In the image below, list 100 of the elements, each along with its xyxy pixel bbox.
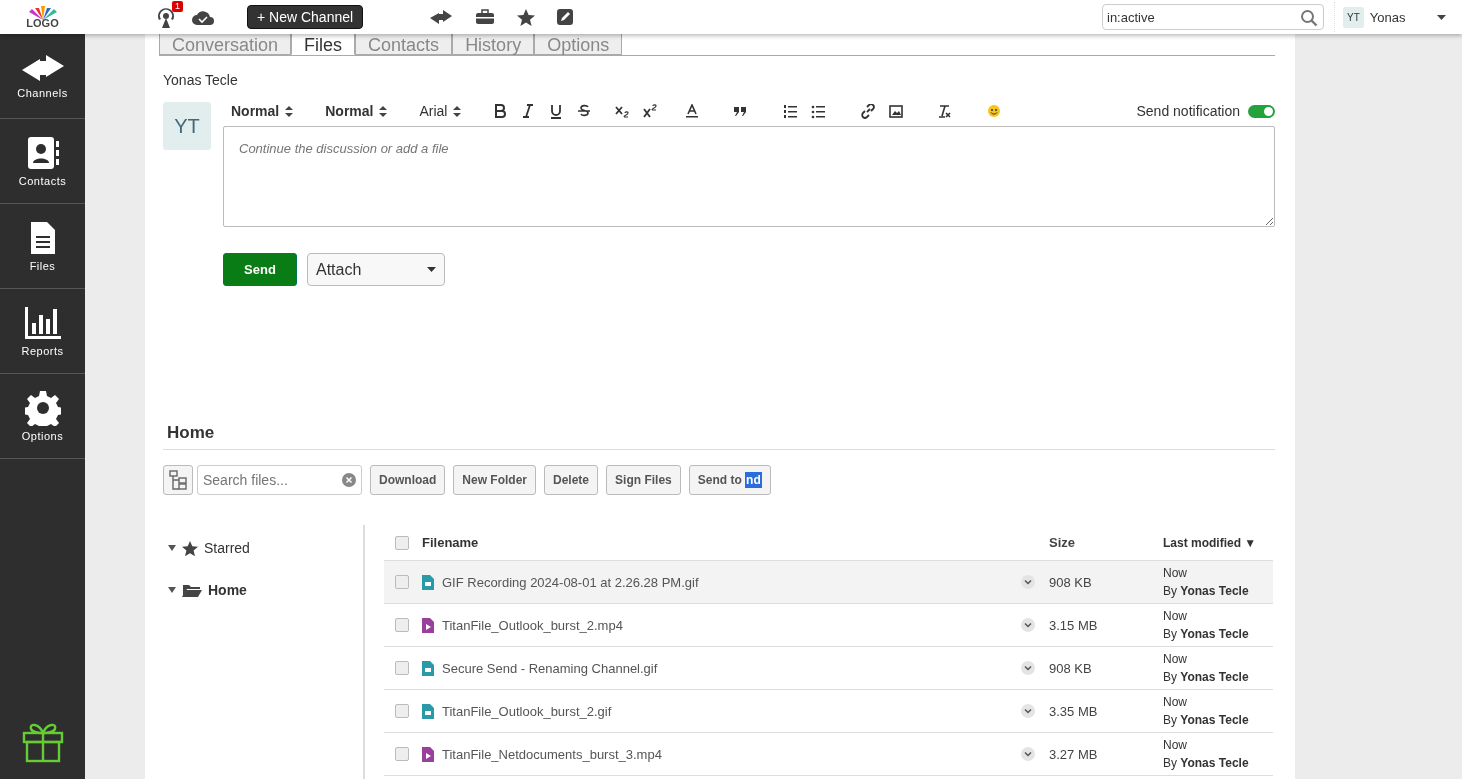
- modified-by: By Yonas Tecle: [1163, 755, 1250, 772]
- action-button[interactable]: Delete: [544, 465, 599, 495]
- author-name: Yonas Tecle: [163, 72, 239, 88]
- italic-icon[interactable]: [521, 103, 536, 119]
- checkbox[interactable]: [395, 661, 409, 675]
- checkbox[interactable]: [395, 618, 409, 632]
- star-icon[interactable]: [517, 8, 536, 26]
- broadcast-icon[interactable]: [155, 6, 177, 28]
- send-button[interactable]: Send: [223, 253, 297, 286]
- sidebar-item[interactable]: Files: [0, 204, 85, 289]
- tree-view-button[interactable]: [163, 465, 193, 495]
- underline-icon[interactable]: [549, 103, 564, 119]
- gear-icon: [24, 390, 61, 426]
- send-to-button[interactable]: Send to nd: [688, 465, 771, 495]
- file-name[interactable]: GIF Recording 2024-08-01 at 2.26.28 PM.gif: [442, 574, 699, 590]
- tab[interactable]: Files: [291, 34, 356, 55]
- clear-icon[interactable]: [342, 473, 356, 487]
- modified-by: By Yonas Tecle: [1163, 712, 1250, 729]
- chevron-down-icon[interactable]: [1021, 575, 1035, 589]
- file-size: 908 KB: [1049, 660, 1093, 676]
- table-row[interactable]: TitanFile_Outlook_burst_2.mp4 3.15 MB Now By Yonas Tecle: [384, 604, 1273, 647]
- file-name[interactable]: TitanFile_Outlook_burst_2.gif: [442, 703, 612, 719]
- caret-icon: [427, 267, 436, 272]
- chevron-down-icon[interactable]: [1021, 618, 1035, 632]
- checkbox[interactable]: [395, 535, 409, 550]
- document-icon: [28, 220, 57, 256]
- sort-caret-icon: [285, 105, 294, 117]
- file-name[interactable]: TitanFile_Netdocuments_burst_3.mp4: [442, 746, 662, 762]
- sort-caret-icon: [379, 105, 388, 117]
- modified-by: By Yonas Tecle: [1163, 626, 1250, 643]
- numbered-list-icon[interactable]: [783, 103, 798, 119]
- folder-icon: [182, 583, 202, 597]
- checkbox[interactable]: [395, 704, 409, 718]
- search-field[interactable]: Search files...: [197, 465, 362, 495]
- sort-caret-icon: [453, 105, 462, 117]
- attach-dropdown[interactable]: Attach: [307, 253, 445, 286]
- file-size: 3.35 MB: [1049, 703, 1099, 719]
- cloud-check-icon[interactable]: [191, 8, 215, 26]
- image-icon[interactable]: [889, 103, 904, 119]
- file-name[interactable]: TitanFile_Outlook_burst_2.mp4: [442, 617, 623, 633]
- tree-item[interactable]: Starred: [163, 527, 363, 569]
- superscript-icon[interactable]: [643, 103, 658, 119]
- search-icon: [1300, 9, 1318, 27]
- sidebar-item[interactable]: Channels: [0, 34, 85, 119]
- checkbox[interactable]: [395, 575, 409, 589]
- modified-time: Now: [1163, 565, 1188, 582]
- image-file-icon: [422, 660, 434, 676]
- search-field[interactable]: in:active: [1102, 4, 1324, 30]
- format-dropdown[interactable]: Normal: [325, 103, 388, 119]
- chevron-down-icon[interactable]: [1021, 704, 1035, 718]
- sidebar-item[interactable]: Options: [0, 374, 85, 459]
- message-field[interactable]: Continue the discussion or add a file: [223, 126, 1275, 227]
- user-name[interactable]: Yonas: [1369, 9, 1406, 25]
- clear-format-icon[interactable]: [937, 103, 952, 119]
- table-row[interactable]: TitanFile_Outlook_burst_2.gif 3.35 MB Now By Yonas Tecle: [384, 690, 1273, 733]
- column-header[interactable]: Size: [1049, 535, 1163, 550]
- table-row[interactable]: TitanFile_Netdocuments_burst_3.mp4 3.27 MB Now By Yonas Tecle: [384, 733, 1273, 776]
- logo-text: LOGO: [26, 16, 59, 29]
- modified-by: By Yonas Tecle: [1163, 669, 1250, 686]
- modified-time: Now: [1163, 608, 1188, 625]
- chevron-down-icon[interactable]: [1021, 661, 1035, 675]
- contact-card-icon: [25, 135, 60, 171]
- edit-icon[interactable]: [557, 9, 574, 25]
- bullet-list-icon[interactable]: [811, 103, 826, 119]
- toolbox-icon[interactable]: [475, 9, 496, 25]
- action-button[interactable]: New Folder: [453, 465, 536, 495]
- sidebar-item[interactable]: Reports: [0, 289, 85, 374]
- modified-time: Now: [1163, 694, 1188, 711]
- action-button[interactable]: Download: [370, 465, 446, 495]
- table-row[interactable]: GIF Recording 2024-08-01 at 2.26.28 PM.gif 908 KB Now By Yonas Tecle: [384, 561, 1273, 604]
- table-row[interactable]: Secure Send - Renaming Channel.gif 908 KB Now By Yonas Tecle: [384, 647, 1273, 690]
- link-icon[interactable]: [861, 103, 876, 119]
- column-header[interactable]: Last modified ▼: [1163, 533, 1273, 552]
- action-button[interactable]: Sign Files: [606, 465, 681, 495]
- format-dropdown[interactable]: Normal: [231, 103, 294, 119]
- video-file-icon: [422, 746, 434, 762]
- modified-by: By Yonas Tecle: [1163, 583, 1250, 600]
- strikethrough-icon[interactable]: [577, 103, 592, 119]
- video-file-icon: [422, 617, 434, 633]
- arrows-icon[interactable]: [429, 9, 454, 25]
- tree-item[interactable]: Home: [163, 569, 363, 611]
- image-file-icon: [422, 574, 434, 590]
- bold-icon[interactable]: [493, 103, 508, 119]
- format-dropdown[interactable]: Arial: [419, 103, 462, 119]
- text-color-icon[interactable]: [685, 103, 700, 119]
- file-size: 3.15 MB: [1049, 617, 1099, 633]
- chevron-down-icon[interactable]: [1021, 747, 1035, 761]
- user-avatar: YT: [163, 102, 211, 150]
- modified-time: Now: [1163, 651, 1188, 668]
- toggle-switch[interactable]: [1248, 104, 1275, 118]
- notification-badge: 1: [172, 1, 183, 12]
- sidebar-item[interactable]: Contacts: [0, 119, 85, 204]
- column-header[interactable]: Filename: [422, 535, 479, 550]
- user-avatar: YT: [1343, 6, 1364, 28]
- caret-icon[interactable]: [1437, 14, 1446, 20]
- file-name[interactable]: Secure Send - Renaming Channel.gif: [442, 660, 658, 676]
- toggle-label: Send notification: [1136, 103, 1240, 119]
- emoji-icon[interactable]: [987, 103, 1002, 119]
- checkbox[interactable]: [395, 747, 409, 761]
- new-channel-button[interactable]: + New Channel: [247, 5, 364, 29]
